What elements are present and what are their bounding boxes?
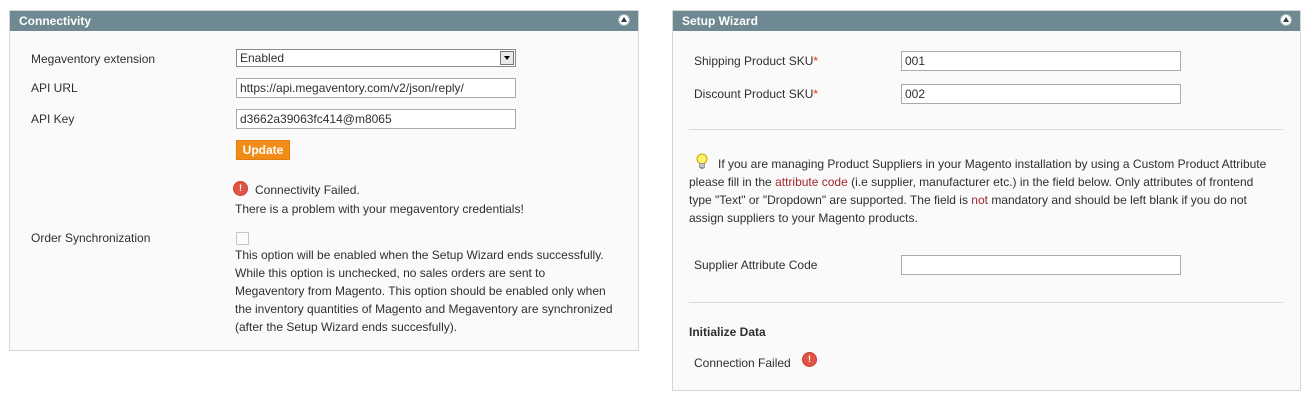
connectivity-title: Connectivity (19, 14, 92, 28)
order-sync-note-line: Megaventory from Magento. This option sh… (235, 284, 606, 298)
order-sync-note-line: (after the Setup Wizard ends succesfully… (235, 320, 458, 334)
order-sync-note-line: the inventory quantities of Magento and … (235, 302, 613, 316)
supplier-info-line-text: If you are managing Product Suppliers in… (718, 157, 1267, 171)
connectivity-error-title: Connectivity Failed. (255, 183, 360, 197)
update-button[interactable]: Update (236, 140, 290, 160)
order-sync-note: This option will be enabled when the Set… (235, 246, 635, 336)
supplier-info-line: If you are managing Product Suppliers in… (689, 155, 1289, 173)
divider (689, 129, 1283, 130)
supplier-info-line: assign suppliers to your Magento product… (689, 211, 918, 225)
shipping-sku-label: Shipping Product SKU* (694, 54, 818, 68)
api-url-input[interactable] (236, 78, 516, 98)
required-mark: * (813, 87, 819, 101)
discount-sku-label-text: Discount Product SKU (694, 87, 814, 101)
supplier-info-line: please fill in the attribute code (i.e s… (689, 173, 1289, 191)
setup-wizard-panel: Setup Wizard Shipping Product SKU* Disco… (672, 10, 1301, 391)
supplier-attribute-label: Supplier Attribute Code (694, 258, 818, 272)
order-sync-note-line: This option will be enabled when the Set… (235, 248, 604, 262)
setup-wizard-title: Setup Wizard (682, 14, 758, 28)
connectivity-error-detail: There is a problem with your megaventory… (235, 202, 524, 216)
shipping-sku-label-text: Shipping Product SKU (694, 54, 814, 68)
supplier-info-line-text: mandatory and should be left blank if yo… (987, 193, 1247, 207)
attribute-code-highlight: attribute code (775, 175, 848, 189)
initialize-data-heading: Initialize Data (689, 325, 766, 339)
supplier-info-text: If you are managing Product Suppliers in… (689, 155, 1289, 227)
api-key-label: API Key (31, 112, 75, 126)
chevron-down-icon[interactable] (500, 51, 514, 65)
connectivity-header[interactable]: Connectivity (10, 11, 638, 31)
megaventory-extension-value: Enabled (240, 51, 285, 65)
api-url-label: API URL (31, 81, 78, 95)
divider (689, 302, 1283, 303)
supplier-attribute-input[interactable] (901, 255, 1181, 275)
megaventory-extension-label: Megaventory extension (31, 52, 156, 66)
error-icon: ! (803, 353, 816, 366)
supplier-info-line: type "Text" or "Dropdown" are supported.… (689, 191, 1289, 209)
collapse-up-icon[interactable] (618, 14, 630, 26)
supplier-info-line-text: type "Text" or "Dropdown" are supported.… (689, 193, 972, 207)
discount-sku-label: Discount Product SKU* (694, 87, 818, 101)
connectivity-panel: Connectivity Megaventory extension Enabl… (9, 10, 639, 351)
megaventory-extension-select[interactable]: Enabled (236, 49, 516, 67)
discount-sku-input[interactable] (901, 84, 1181, 104)
shipping-sku-input[interactable] (901, 51, 1181, 71)
error-icon: ! (234, 182, 247, 195)
collapse-up-icon[interactable] (1280, 14, 1292, 26)
supplier-info-line-text: (i.e supplier, manufacturer etc.) in the… (847, 175, 1254, 189)
required-mark: * (813, 54, 819, 68)
supplier-info-line-text: please fill in the (689, 175, 776, 189)
api-key-input[interactable] (236, 109, 516, 129)
not-highlight: not (971, 193, 988, 207)
setup-wizard-header[interactable]: Setup Wizard (673, 11, 1300, 31)
order-sync-label: Order Synchronization (31, 231, 151, 245)
order-sync-checkbox[interactable] (236, 232, 249, 245)
connection-status-text: Connection Failed (694, 356, 791, 370)
order-sync-note-line: While this option is unchecked, no sales… (235, 266, 546, 280)
